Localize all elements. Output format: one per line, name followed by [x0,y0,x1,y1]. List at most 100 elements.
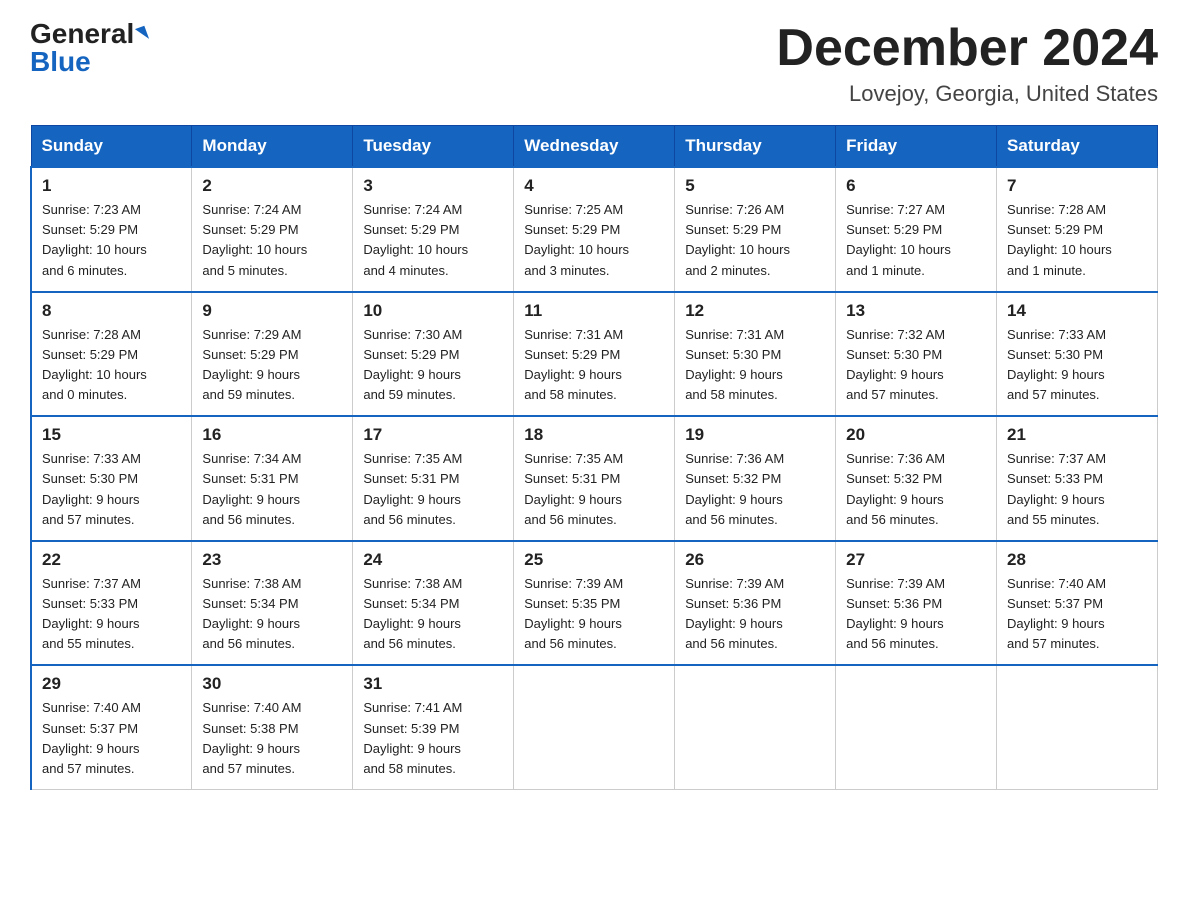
calendar-header-sunday: Sunday [31,126,192,168]
day-info: Sunrise: 7:33 AM Sunset: 5:30 PM Dayligh… [42,449,181,530]
logo-blue-text: Blue [30,48,91,76]
calendar-day-cell: 22 Sunrise: 7:37 AM Sunset: 5:33 PM Dayli… [31,541,192,666]
day-info: Sunrise: 7:29 AM Sunset: 5:29 PM Dayligh… [202,325,342,406]
day-info: Sunrise: 7:35 AM Sunset: 5:31 PM Dayligh… [363,449,503,530]
calendar-day-cell [675,665,836,789]
day-number: 14 [1007,301,1147,321]
day-info: Sunrise: 7:38 AM Sunset: 5:34 PM Dayligh… [363,574,503,655]
calendar-week-row: 15 Sunrise: 7:33 AM Sunset: 5:30 PM Dayli… [31,416,1158,541]
day-info: Sunrise: 7:38 AM Sunset: 5:34 PM Dayligh… [202,574,342,655]
calendar-day-cell: 12 Sunrise: 7:31 AM Sunset: 5:30 PM Dayli… [675,292,836,417]
calendar-day-cell: 2 Sunrise: 7:24 AM Sunset: 5:29 PM Daylig… [192,167,353,292]
calendar-day-cell [514,665,675,789]
day-info: Sunrise: 7:28 AM Sunset: 5:29 PM Dayligh… [1007,200,1147,281]
calendar-day-cell: 28Sunrise: 7:40 AM Sunset: 5:37 PM Dayli… [997,541,1158,666]
day-info: Sunrise: 7:32 AM Sunset: 5:30 PM Dayligh… [846,325,986,406]
calendar-day-cell: 23 Sunrise: 7:38 AM Sunset: 5:34 PM Dayli… [192,541,353,666]
calendar-header-saturday: Saturday [997,126,1158,168]
day-info: Sunrise: 7:31 AM Sunset: 5:30 PM Dayligh… [685,325,825,406]
calendar-header-tuesday: Tuesday [353,126,514,168]
day-number: 26 [685,550,825,570]
day-info: Sunrise: 7:34 AM Sunset: 5:31 PM Dayligh… [202,449,342,530]
day-number: 23 [202,550,342,570]
day-info: Sunrise: 7:36 AM Sunset: 5:32 PM Dayligh… [846,449,986,530]
day-info: Sunrise: 7:37 AM Sunset: 5:33 PM Dayligh… [42,574,181,655]
calendar-day-cell: 3 Sunrise: 7:24 AM Sunset: 5:29 PM Daylig… [353,167,514,292]
day-number: 28 [1007,550,1147,570]
calendar-day-cell: 17 Sunrise: 7:35 AM Sunset: 5:31 PM Dayli… [353,416,514,541]
calendar-day-cell: 18 Sunrise: 7:35 AM Sunset: 5:31 PM Dayli… [514,416,675,541]
day-number: 16 [202,425,342,445]
calendar-table: SundayMondayTuesdayWednesdayThursdayFrid… [30,125,1158,790]
day-number: 24 [363,550,503,570]
day-info: Sunrise: 7:23 AM Sunset: 5:29 PM Dayligh… [42,200,181,281]
calendar-day-cell: 30Sunrise: 7:40 AM Sunset: 5:38 PM Dayli… [192,665,353,789]
day-info: Sunrise: 7:39 AM Sunset: 5:36 PM Dayligh… [685,574,825,655]
day-number: 20 [846,425,986,445]
day-number: 2 [202,176,342,196]
day-number: 22 [42,550,181,570]
calendar-week-row: 29 Sunrise: 7:40 AM Sunset: 5:37 PM Dayli… [31,665,1158,789]
day-number: 18 [524,425,664,445]
day-info: Sunrise: 7:37 AM Sunset: 5:33 PM Dayligh… [1007,449,1147,530]
day-info: Sunrise: 7:25 AM Sunset: 5:29 PM Dayligh… [524,200,664,281]
calendar-day-cell: 16 Sunrise: 7:34 AM Sunset: 5:31 PM Dayli… [192,416,353,541]
day-number: 4 [524,176,664,196]
day-number: 25 [524,550,664,570]
day-number: 10 [363,301,503,321]
day-number: 7 [1007,176,1147,196]
day-number: 30 [202,674,342,694]
calendar-day-cell: 27 Sunrise: 7:39 AM Sunset: 5:36 PM Dayli… [836,541,997,666]
calendar-header-wednesday: Wednesday [514,126,675,168]
calendar-day-cell: 29 Sunrise: 7:40 AM Sunset: 5:37 PM Dayli… [31,665,192,789]
calendar-day-cell: 8Sunrise: 7:28 AM Sunset: 5:29 PM Daylig… [31,292,192,417]
day-info: Sunrise: 7:35 AM Sunset: 5:31 PM Dayligh… [524,449,664,530]
calendar-header-friday: Friday [836,126,997,168]
calendar-day-cell: 1Sunrise: 7:23 AM Sunset: 5:29 PM Daylig… [31,167,192,292]
day-number: 29 [42,674,181,694]
calendar-day-cell: 24 Sunrise: 7:38 AM Sunset: 5:34 PM Dayli… [353,541,514,666]
calendar-day-cell: 20 Sunrise: 7:36 AM Sunset: 5:32 PM Dayli… [836,416,997,541]
day-info: Sunrise: 7:24 AM Sunset: 5:29 PM Dayligh… [202,200,342,281]
calendar-header-monday: Monday [192,126,353,168]
calendar-day-cell: 10 Sunrise: 7:30 AM Sunset: 5:29 PM Dayli… [353,292,514,417]
calendar-day-cell: 21Sunrise: 7:37 AM Sunset: 5:33 PM Dayli… [997,416,1158,541]
day-number: 11 [524,301,664,321]
page-header: General Blue December 2024 Lovejoy, Geor… [30,20,1158,107]
day-number: 12 [685,301,825,321]
day-number: 15 [42,425,181,445]
day-number: 27 [846,550,986,570]
calendar-day-cell: 4 Sunrise: 7:25 AM Sunset: 5:29 PM Daylig… [514,167,675,292]
day-number: 17 [363,425,503,445]
calendar-day-cell: 15 Sunrise: 7:33 AM Sunset: 5:30 PM Dayli… [31,416,192,541]
day-info: Sunrise: 7:26 AM Sunset: 5:29 PM Dayligh… [685,200,825,281]
calendar-header-thursday: Thursday [675,126,836,168]
day-info: Sunrise: 7:39 AM Sunset: 5:35 PM Dayligh… [524,574,664,655]
calendar-day-cell: 9Sunrise: 7:29 AM Sunset: 5:29 PM Daylig… [192,292,353,417]
day-info: Sunrise: 7:31 AM Sunset: 5:29 PM Dayligh… [524,325,664,406]
day-info: Sunrise: 7:28 AM Sunset: 5:29 PM Dayligh… [42,325,181,406]
calendar-day-cell: 26 Sunrise: 7:39 AM Sunset: 5:36 PM Dayli… [675,541,836,666]
day-number: 13 [846,301,986,321]
logo-general-text: General [30,20,134,48]
logo: General Blue [30,20,147,76]
day-info: Sunrise: 7:39 AM Sunset: 5:36 PM Dayligh… [846,574,986,655]
day-info: Sunrise: 7:24 AM Sunset: 5:29 PM Dayligh… [363,200,503,281]
day-number: 19 [685,425,825,445]
day-number: 3 [363,176,503,196]
calendar-day-cell: 31 Sunrise: 7:41 AM Sunset: 5:39 PM Dayli… [353,665,514,789]
day-info: Sunrise: 7:30 AM Sunset: 5:29 PM Dayligh… [363,325,503,406]
calendar-day-cell [836,665,997,789]
day-info: Sunrise: 7:40 AM Sunset: 5:37 PM Dayligh… [42,698,181,779]
calendar-day-cell: 14Sunrise: 7:33 AM Sunset: 5:30 PM Dayli… [997,292,1158,417]
calendar-week-row: 8Sunrise: 7:28 AM Sunset: 5:29 PM Daylig… [31,292,1158,417]
title-block: December 2024 Lovejoy, Georgia, United S… [776,20,1158,107]
calendar-day-cell: 7 Sunrise: 7:28 AM Sunset: 5:29 PM Daylig… [997,167,1158,292]
calendar-day-cell [997,665,1158,789]
calendar-week-row: 1Sunrise: 7:23 AM Sunset: 5:29 PM Daylig… [31,167,1158,292]
day-info: Sunrise: 7:41 AM Sunset: 5:39 PM Dayligh… [363,698,503,779]
calendar-day-cell: 6Sunrise: 7:27 AM Sunset: 5:29 PM Daylig… [836,167,997,292]
day-number: 31 [363,674,503,694]
logo-triangle-icon [135,26,149,43]
calendar-day-cell: 19Sunrise: 7:36 AM Sunset: 5:32 PM Dayli… [675,416,836,541]
